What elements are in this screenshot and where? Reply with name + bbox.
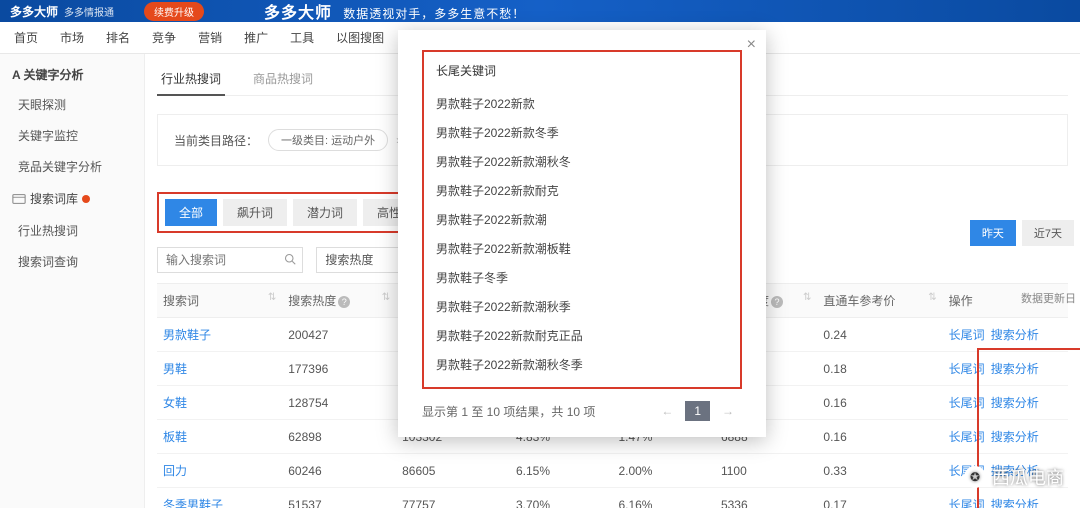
longtail-list-box: 长尾关键词 男款鞋子2022新款男款鞋子2022新款冬季男款鞋子2022新款潮秋… xyxy=(422,50,742,389)
longtail-item[interactable]: 男款鞋子2022新款潮 xyxy=(436,205,728,234)
wechat-icon: ✪ xyxy=(964,466,986,488)
watermark: ✪ 西瓜电商 xyxy=(964,464,1064,490)
longtail-item[interactable]: 男款鞋子2022新款耐克正品 xyxy=(436,321,728,350)
modal-title: 长尾关键词 xyxy=(436,62,728,79)
longtail-modal: × 长尾关键词 男款鞋子2022新款男款鞋子2022新款冬季男款鞋子2022新款… xyxy=(398,30,766,437)
pager-next[interactable]: → xyxy=(714,401,742,421)
close-icon[interactable]: × xyxy=(747,36,756,54)
longtail-item[interactable]: 男款鞋子2022新款潮秋季 xyxy=(436,292,728,321)
pager-prev[interactable]: ← xyxy=(653,401,681,421)
pager-summary: 显示第 1 至 10 项结果，共 10 项 xyxy=(422,403,595,420)
pager-page-1[interactable]: 1 xyxy=(685,401,710,421)
longtail-item[interactable]: 男款鞋子2022新款 xyxy=(436,89,728,118)
longtail-item[interactable]: 男款鞋子2022新款潮秋冬 xyxy=(436,147,728,176)
longtail-item[interactable]: 男款鞋子2022新款耐克 xyxy=(436,176,728,205)
longtail-item[interactable]: 男款鞋子2022新款潮秋冬季 xyxy=(436,350,728,379)
pager: 显示第 1 至 10 项结果，共 10 项 ← 1 → xyxy=(422,401,742,421)
longtail-item[interactable]: 男款鞋子冬季 xyxy=(436,263,728,292)
longtail-item[interactable]: 男款鞋子2022新款潮板鞋 xyxy=(436,234,728,263)
longtail-item[interactable]: 男款鞋子2022新款冬季 xyxy=(436,118,728,147)
watermark-text: 西瓜电商 xyxy=(992,464,1064,490)
